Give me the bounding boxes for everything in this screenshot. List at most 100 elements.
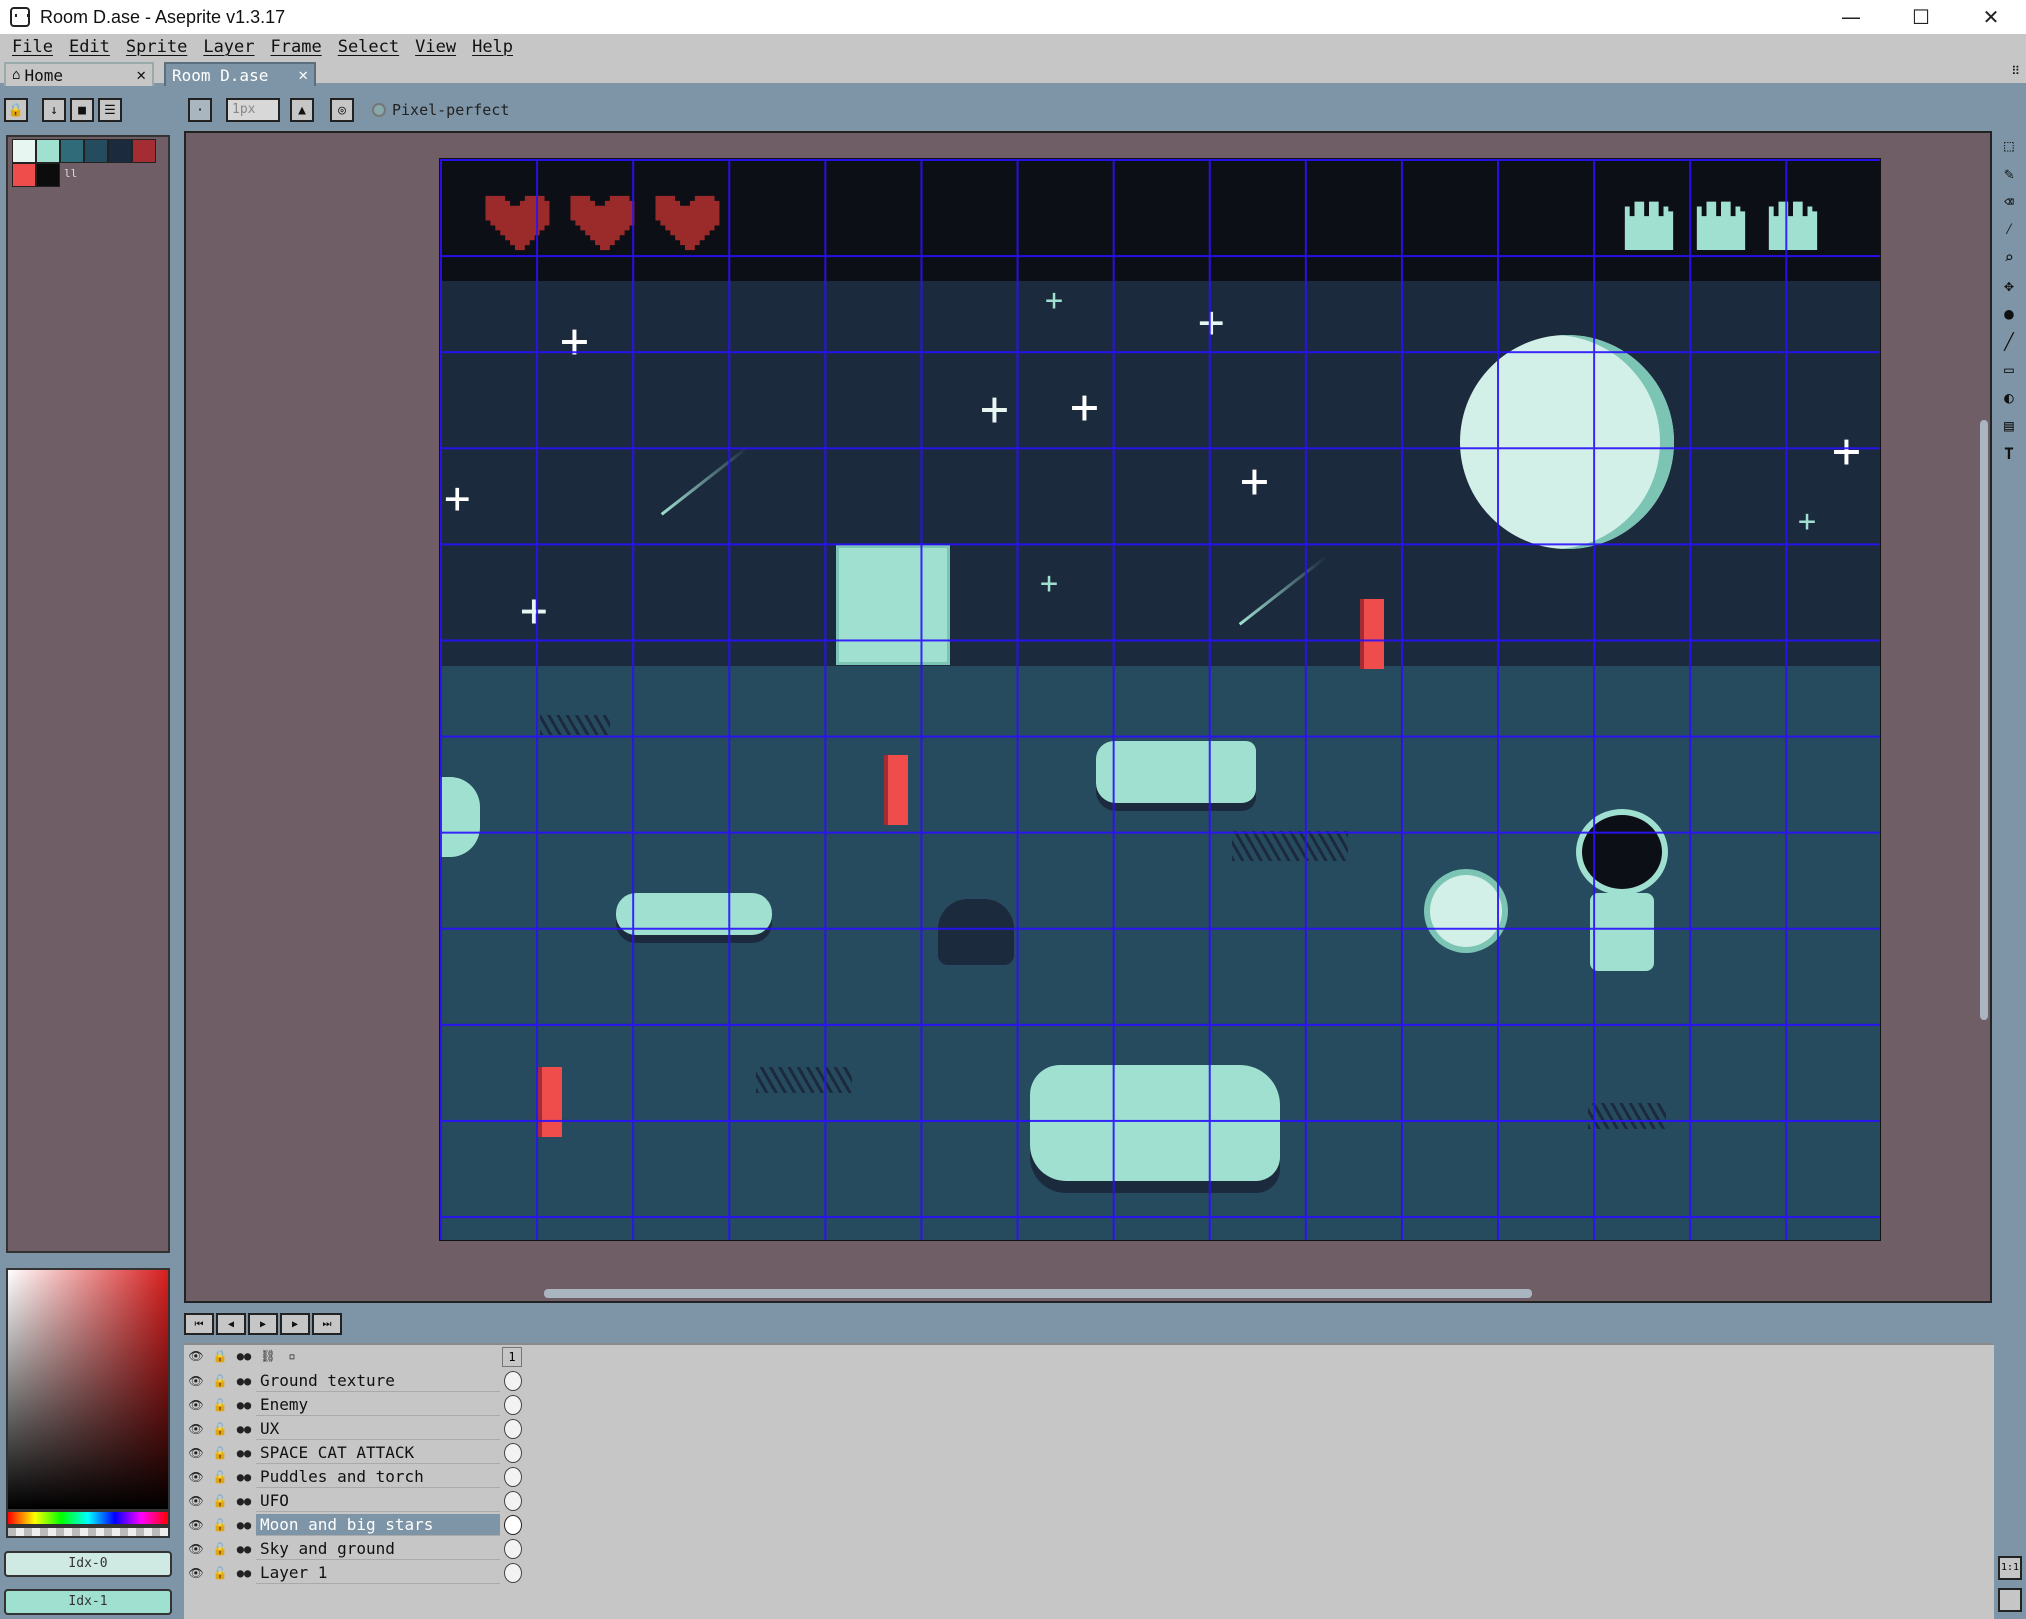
eraser-tool-icon[interactable]: ⌫: [1996, 187, 2022, 215]
palette-swatch-2[interactable]: [60, 139, 84, 163]
cel[interactable]: [504, 1395, 522, 1415]
pixel-perfect-checkbox[interactable]: [372, 103, 386, 117]
eye-icon[interactable]: 👁: [184, 1394, 208, 1416]
lock-icon[interactable]: 🔓: [208, 1370, 232, 1392]
cel[interactable]: [504, 1539, 522, 1559]
layer-row[interactable]: 👁 🔓 ●● Sky and ground: [184, 1537, 524, 1561]
palette-swatch-7[interactable]: [36, 163, 60, 187]
continuous-icon[interactable]: ●●: [232, 1370, 256, 1392]
layer-name[interactable]: Moon and big stars: [256, 1514, 500, 1536]
menu-lines-icon[interactable]: ☰: [98, 98, 122, 122]
layer-name[interactable]: Puddles and torch: [256, 1466, 500, 1488]
continuous-icon[interactable]: ●●: [232, 1514, 256, 1536]
close-tab-home-icon[interactable]: ✕: [136, 65, 146, 84]
palette-swatch-4[interactable]: [108, 139, 132, 163]
layer-name[interactable]: Enemy: [256, 1394, 500, 1416]
sprite-canvas[interactable]: + + + + + + + + + + +: [439, 158, 1881, 1241]
zoom-tool-icon[interactable]: ⌕: [1996, 243, 2022, 271]
frame-number-1[interactable]: 1: [502, 1347, 522, 1367]
timeline-options-icon[interactable]: [1998, 1588, 2022, 1612]
zoom-reset-button[interactable]: 1:1: [1998, 1556, 2022, 1580]
continuous-icon[interactable]: ●●: [232, 1418, 256, 1440]
text-tool-icon[interactable]: T: [1996, 439, 2022, 467]
down-arrow-icon[interactable]: ↓: [42, 98, 66, 122]
lock-icon[interactable]: 🔓: [208, 1466, 232, 1488]
brush-size-input[interactable]: 1px: [226, 98, 280, 122]
minimize-button[interactable]: —: [1816, 0, 1886, 34]
pencil-tool-icon[interactable]: ✎: [1996, 159, 2022, 187]
cel[interactable]: [504, 1419, 522, 1439]
new-layer-icon[interactable]: ▫: [280, 1345, 304, 1367]
menu-view[interactable]: View: [407, 37, 464, 57]
square-brush-icon[interactable]: ■: [70, 98, 94, 122]
menu-select[interactable]: Select: [330, 37, 407, 57]
selection-tool-icon[interactable]: ⬚: [1996, 131, 2022, 159]
cel[interactable]: [504, 1491, 522, 1511]
layer-name[interactable]: SPACE CAT ATTACK: [256, 1442, 500, 1464]
layer-row[interactable]: 👁 🔓 ●● Layer 1: [184, 1561, 524, 1585]
layer-name[interactable]: Ground texture: [256, 1370, 500, 1392]
move-tool-icon[interactable]: ✥: [1996, 271, 2022, 299]
first-frame-icon[interactable]: ⏮: [184, 1313, 214, 1335]
brush-type-icon[interactable]: ·: [188, 98, 212, 122]
continuous-icon[interactable]: ●●: [232, 1490, 256, 1512]
continuous-icon[interactable]: ●●: [232, 1466, 256, 1488]
menu-layer[interactable]: Layer: [195, 37, 262, 57]
layer-name[interactable]: UFO: [256, 1490, 500, 1512]
cel[interactable]: [504, 1371, 522, 1391]
line-tool-icon[interactable]: ╱: [1996, 327, 2022, 355]
menu-edit[interactable]: Edit: [61, 37, 118, 57]
alpha-slider[interactable]: [6, 1526, 170, 1538]
ink-icon[interactable]: ▲: [290, 98, 314, 122]
layer-row-selected[interactable]: 👁 🔓 ●● Moon and big stars: [184, 1513, 524, 1537]
lock-icon[interactable]: 🔓: [208, 1490, 232, 1512]
close-tab-room-icon[interactable]: ✕: [298, 65, 308, 84]
lock-icon[interactable]: 🔒: [208, 1345, 232, 1367]
color-spectrum-field[interactable]: [6, 1268, 170, 1511]
menu-help[interactable]: Help: [464, 37, 521, 57]
eyedropper-tool-icon[interactable]: ⁄: [1996, 215, 2022, 243]
layer-row[interactable]: 👁 🔓 ●● Enemy: [184, 1393, 524, 1417]
continuous-icon[interactable]: ●●: [232, 1394, 256, 1416]
layer-row[interactable]: 👁 🔓 ●● SPACE CAT ATTACK: [184, 1441, 524, 1465]
fill-tool-icon[interactable]: ●: [1996, 299, 2022, 327]
cel[interactable]: [504, 1467, 522, 1487]
eye-icon[interactable]: 👁: [184, 1370, 208, 1392]
menu-file[interactable]: File: [4, 37, 61, 57]
hue-slider[interactable]: [6, 1510, 170, 1526]
cel-selected[interactable]: [504, 1515, 522, 1535]
palette-swatch-3[interactable]: [84, 139, 108, 163]
layer-row[interactable]: 👁 🔓 ●● Ground texture: [184, 1369, 524, 1393]
next-frame-icon[interactable]: ▶: [280, 1313, 310, 1335]
tab-overflow-icon[interactable]: ⠿: [2011, 64, 2020, 78]
eye-icon[interactable]: 👁: [184, 1418, 208, 1440]
blend-mode-icon[interactable]: ◎: [330, 98, 354, 122]
layer-name[interactable]: Sky and ground: [256, 1538, 500, 1560]
eye-icon[interactable]: 👁: [184, 1538, 208, 1560]
layer-name[interactable]: UX: [256, 1418, 500, 1440]
lock-icon[interactable]: 🔓: [208, 1418, 232, 1440]
tab-room-d[interactable]: Room D.ase ✕: [164, 62, 316, 86]
eye-icon[interactable]: 👁: [184, 1562, 208, 1584]
eye-icon[interactable]: 👁: [184, 1514, 208, 1536]
close-window-button[interactable]: ✕: [1956, 0, 2026, 34]
horizontal-scrollbar[interactable]: [544, 1289, 1532, 1298]
foreground-color-button[interactable]: Idx-0: [4, 1551, 172, 1577]
palette-swatch-5[interactable]: [132, 139, 156, 163]
maximize-button[interactable]: ☐: [1886, 0, 1956, 34]
eye-icon[interactable]: 👁: [184, 1466, 208, 1488]
cel[interactable]: [504, 1443, 522, 1463]
continuous-icon[interactable]: ●●: [232, 1538, 256, 1560]
palette-swatch-6[interactable]: [12, 163, 36, 187]
link-layers-icon[interactable]: ⛓: [256, 1345, 280, 1367]
background-color-button[interactable]: Idx-1: [4, 1589, 172, 1615]
lock-icon[interactable]: 🔒: [4, 98, 28, 122]
lock-icon[interactable]: 🔓: [208, 1514, 232, 1536]
cel[interactable]: [504, 1563, 522, 1583]
lock-icon[interactable]: 🔓: [208, 1394, 232, 1416]
rectangle-tool-icon[interactable]: ▭: [1996, 355, 2022, 383]
ellipse-tool-icon[interactable]: ◐: [1996, 383, 2022, 411]
eye-icon[interactable]: 👁: [184, 1345, 208, 1367]
palette-swatch-0[interactable]: [12, 139, 36, 163]
lock-icon[interactable]: 🔓: [208, 1442, 232, 1464]
